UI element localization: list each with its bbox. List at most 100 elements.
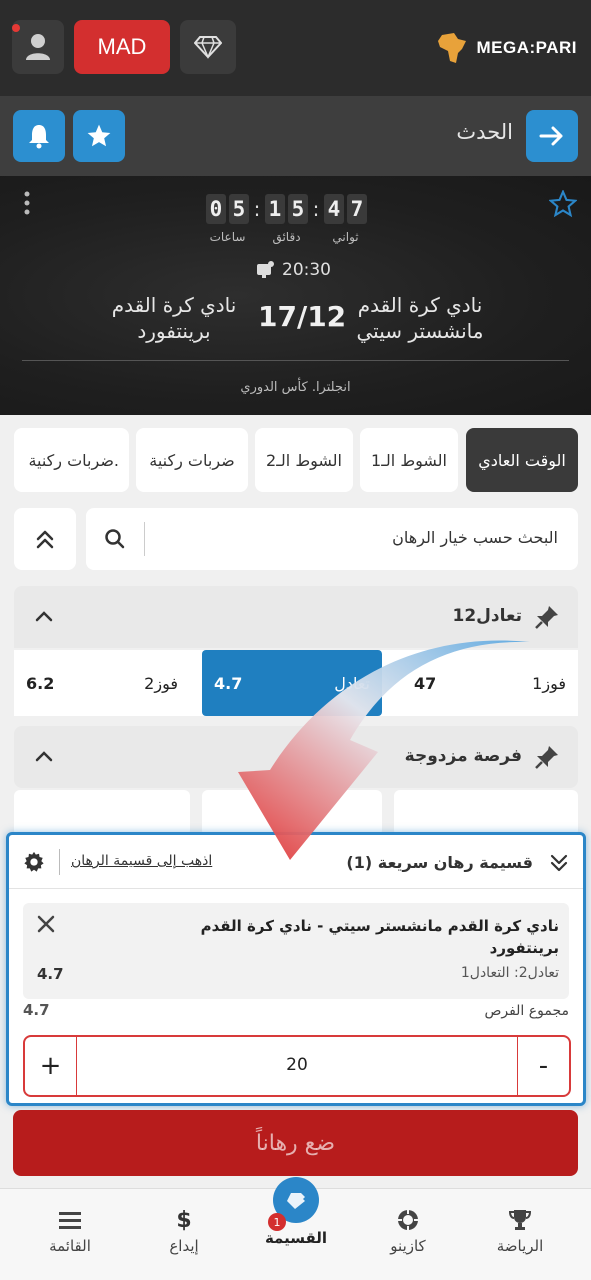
market-title: 1تعادل2 <box>452 606 522 626</box>
go-to-bet-slip-link[interactable]: اذهب إلى قسيمة الرهان <box>71 853 212 869</box>
favorite-button[interactable] <box>73 110 125 162</box>
timer-minutes: 1 5 دقائق <box>265 194 308 244</box>
star-outline-icon[interactable] <box>548 189 578 222</box>
timer-digit: 1 <box>265 194 285 224</box>
odd-label: فوز2 <box>144 673 178 693</box>
timer-digit: 5 <box>229 194 249 224</box>
logo-text: MEGA:PARI <box>476 38 577 57</box>
arrow-right-icon <box>539 126 563 146</box>
divider <box>59 849 60 875</box>
bottom-nav: الرياضة كازينو القسيمة 1 $ إيداع القائمة <box>0 1177 591 1280</box>
market-header-double-chance[interactable]: فرصة مزدوجة <box>14 726 578 788</box>
search-divider <box>144 522 145 556</box>
nav-menu[interactable]: القائمة <box>20 1207 120 1255</box>
bet-market: 1تعادل2: التعادل <box>460 965 559 981</box>
bell-icon <box>29 125 49 149</box>
nav-label: القسيمة <box>264 1229 328 1247</box>
score: 17/12 <box>258 300 347 333</box>
home-team: نادي كرة القدم مانشستر سيتي <box>356 293 484 343</box>
increase-stake-button[interactable]: + <box>25 1037 77 1095</box>
tab-corners[interactable]: ضربات ركنية <box>136 428 248 492</box>
odd-away-win[interactable]: 6.2 فوز2 <box>14 650 190 716</box>
hours-label: ساعات <box>209 230 246 244</box>
timer-seconds: 4 7 ثواني <box>324 194 367 244</box>
notifications-button[interactable] <box>13 110 65 162</box>
bet-item: نادي كرة القدم مانشستر سيتي - نادي كرة ا… <box>23 903 569 999</box>
gear-icon[interactable] <box>23 851 45 877</box>
divider <box>22 360 569 361</box>
bet-odd: 4.7 <box>37 965 64 983</box>
back-button[interactable] <box>526 110 578 162</box>
diamond-icon <box>194 36 222 59</box>
close-icon[interactable] <box>37 915 55 937</box>
timer-digit: 0 <box>206 194 226 224</box>
timer-hours: 0 5 ساعات <box>206 194 249 244</box>
odd-value: 4.7 <box>214 673 243 693</box>
bet-event-name: نادي كرة القدم مانشستر سيتي - نادي كرة ا… <box>200 917 559 957</box>
total-odds-value: 4.7 <box>23 1001 50 1019</box>
nav-bet-slip[interactable]: القسيمة <box>246 1229 346 1247</box>
nav-sports[interactable]: الرياضة <box>470 1207 570 1255</box>
search-input[interactable]: البحث حسب خيار الرهان <box>86 508 578 570</box>
africa-logo-icon <box>438 33 467 63</box>
double-chevron-down-icon[interactable] <box>549 853 569 877</box>
search-icon <box>104 528 126 554</box>
match-panel: 0 5 ساعات : 1 5 دقائق : 4 7 ثواني 20:30 … <box>0 176 591 415</box>
nav-casino[interactable]: كازينو <box>358 1207 458 1255</box>
user-icon <box>26 34 50 60</box>
timer-digit: 7 <box>347 194 367 224</box>
period-tabs: الوقت العادي الشوط الـ1 الشوط الـ2 ضربات… <box>0 428 591 494</box>
event-header: الحدث <box>0 96 591 176</box>
stake-stepper: + 20 - <box>23 1035 571 1097</box>
tab-corners-more[interactable]: ضربات ركنية. <box>14 428 129 492</box>
nav-deposit[interactable]: $ إيداع <box>134 1207 234 1256</box>
nav-label: القائمة <box>49 1237 91 1255</box>
pin-icon[interactable] <box>534 604 560 634</box>
chip-icon <box>358 1207 458 1233</box>
countdown-timer: 0 5 ساعات : 1 5 دقائق : 4 7 ثواني <box>206 194 367 244</box>
top-bar: MAD MEGA:PARI <box>0 0 591 96</box>
quick-bet-slip: قسيمة رهان سريعة (1) اذهب إلى قسيمة الره… <box>6 832 586 1106</box>
event-title: الحدث <box>456 120 513 144</box>
away-team: نادي كرة القدم برينتفورد <box>111 293 237 343</box>
timer-digit: 4 <box>324 194 344 224</box>
market-header-1x2[interactable]: 1تعادل2 <box>14 586 578 648</box>
league-name: انجلترا. كأس الدوري <box>240 380 351 395</box>
odd-home-win[interactable]: 47 فوز1 <box>402 650 578 716</box>
nav-label: كازينو <box>390 1237 426 1255</box>
total-odds-label: مجموع الفرص <box>484 1003 569 1019</box>
odd-draw[interactable]: 4.7 تعادل <box>202 650 382 716</box>
tab-second-half[interactable]: الشوط الـ2 <box>255 428 353 492</box>
bet-slip-count-badge: 1 <box>268 1213 286 1231</box>
chevron-up-icon[interactable] <box>34 748 54 767</box>
place-bet-button[interactable]: ضع رهاناً <box>13 1110 578 1176</box>
slip-title: قسيمة رهان سريعة (1) <box>346 853 533 872</box>
odd-cell[interactable] <box>202 790 382 836</box>
decrease-stake-button[interactable]: - <box>517 1037 569 1095</box>
timer-digit: 5 <box>288 194 308 224</box>
stake-input[interactable]: 20 <box>77 1055 517 1075</box>
tab-first-half[interactable]: الشوط الـ1 <box>360 428 458 492</box>
market-title: فرصة مزدوجة <box>404 746 522 766</box>
pin-icon[interactable] <box>534 744 560 774</box>
nav-label: الرياضة <box>496 1237 544 1255</box>
search-placeholder: البحث حسب خيار الرهان <box>392 528 558 547</box>
tab-regular-time[interactable]: الوقت العادي <box>466 428 578 492</box>
double-chevron-up-icon <box>36 530 54 549</box>
collapse-all-button[interactable] <box>14 508 76 570</box>
odd-label: فوز1 <box>532 673 566 693</box>
match-start-time: 20:30 <box>256 260 331 280</box>
notification-dot <box>12 24 20 32</box>
chevron-up-icon[interactable] <box>34 608 54 627</box>
more-options-icon[interactable] <box>22 190 32 216</box>
odd-label: تعادل <box>334 673 370 693</box>
vip-button[interactable] <box>180 20 236 74</box>
timer-colon: : <box>312 197 320 221</box>
currency-button[interactable]: MAD <box>74 20 170 74</box>
odd-cell[interactable] <box>394 790 578 836</box>
odds-row: 47 فوز1 4.7 تعادل 6.2 فوز2 <box>14 650 578 716</box>
odd-cell[interactable] <box>14 790 190 836</box>
timer-colon: : <box>253 197 261 221</box>
logo[interactable]: MEGA:PARI <box>436 30 577 66</box>
match-time-text: 20:30 <box>282 260 331 280</box>
